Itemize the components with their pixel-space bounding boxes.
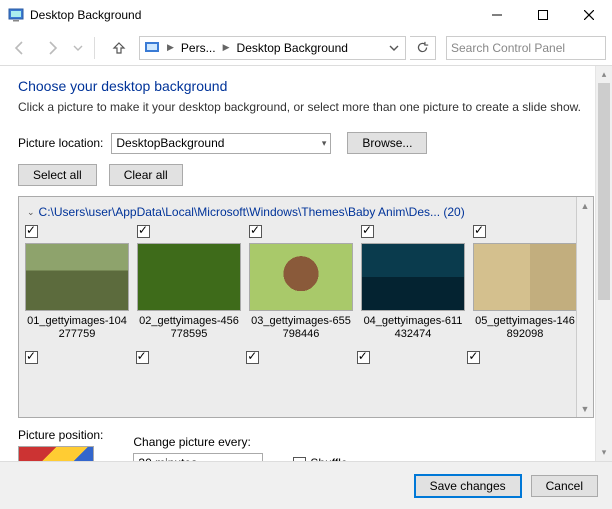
wallpaper-item[interactable]: 01_gettyimages-104277759 — [25, 225, 129, 341]
control-panel-icon — [144, 40, 160, 56]
wallpaper-thumbnail[interactable] — [361, 243, 465, 311]
page-subtext: Click a picture to make it your desktop … — [18, 100, 594, 114]
wallpaper-label: 05_gettyimages-146892098 — [473, 315, 576, 341]
save-changes-button[interactable]: Save changes — [415, 475, 521, 497]
nav-toolbar: ▶ Pers... ▶ Desktop Background Search Co… — [0, 30, 612, 66]
scroll-down-icon[interactable]: ▼ — [577, 400, 594, 417]
picture-position-preview — [18, 446, 94, 461]
wallpaper-item[interactable]: 02_gettyimages-456778595 — [137, 225, 241, 341]
wallpaper-item[interactable]: 04_gettyimages-611432474 — [361, 225, 465, 341]
picture-location-dropdown[interactable]: DesktopBackground ▾ — [111, 133, 331, 154]
minimize-button[interactable] — [474, 0, 520, 30]
wallpaper-thumbnail[interactable] — [249, 243, 353, 311]
cancel-button[interactable]: Cancel — [531, 475, 598, 497]
scroll-up-icon[interactable]: ▴ — [596, 66, 612, 83]
wallpaper-checkbox[interactable] — [467, 351, 480, 364]
chevron-right-icon: ▶ — [220, 42, 233, 53]
separator — [94, 37, 95, 59]
address-bar[interactable]: ▶ Pers... ▶ Desktop Background — [139, 36, 406, 60]
address-dropdown-icon[interactable] — [385, 43, 403, 53]
window-controls — [474, 0, 612, 30]
change-picture-every-label: Change picture every: — [133, 435, 263, 449]
picture-location-value: DesktopBackground — [116, 136, 315, 150]
scroll-up-icon[interactable]: ▲ — [577, 197, 594, 214]
folder-path: C:\Users\user\AppData\Local\Microsoft\Wi… — [39, 205, 440, 219]
chevron-down-icon: ▾ — [316, 138, 327, 149]
wallpaper-label: 03_gettyimages-655798446 — [249, 315, 353, 341]
content-area: Choose your desktop background Click a p… — [0, 66, 612, 461]
wallpaper-checkbox[interactable] — [136, 351, 149, 364]
wallpaper-item[interactable]: 05_gettyimages-146892098 — [473, 225, 576, 341]
breadcrumb-desktop-background[interactable]: Desktop Background — [235, 41, 350, 55]
wallpaper-checkbox[interactable] — [361, 225, 374, 238]
wallpaper-gallery: ⌄ C:\Users\user\AppData\Local\Microsoft\… — [18, 196, 594, 418]
wallpaper-thumbnail[interactable] — [137, 243, 241, 311]
up-button[interactable] — [107, 36, 131, 60]
window-title: Desktop Background — [30, 8, 474, 22]
folder-group-header[interactable]: ⌄ C:\Users\user\AppData\Local\Microsoft\… — [25, 201, 570, 223]
app-icon — [8, 7, 24, 23]
expand-icon: ⌄ — [27, 207, 35, 218]
wallpaper-checkbox[interactable] — [473, 225, 486, 238]
dialog-footer: Save changes Cancel — [0, 461, 612, 509]
scroll-down-icon[interactable]: ▾ — [596, 444, 612, 461]
wallpaper-thumbnail[interactable] — [473, 243, 576, 311]
wallpaper-label: 04_gettyimages-611432474 — [361, 315, 465, 341]
picture-position-label: Picture position: — [18, 428, 103, 442]
wallpaper-thumbnail[interactable] — [25, 243, 129, 311]
wallpaper-checkbox[interactable] — [137, 225, 150, 238]
picture-location-label: Picture location: — [18, 136, 103, 150]
maximize-button[interactable] — [520, 0, 566, 30]
close-button[interactable] — [566, 0, 612, 30]
wallpaper-checkbox[interactable] — [25, 225, 38, 238]
recent-dropdown[interactable] — [70, 34, 86, 62]
wallpaper-checkbox[interactable] — [249, 225, 262, 238]
breadcrumb-personalization[interactable]: Pers... — [179, 41, 218, 55]
search-placeholder: Search Control Panel — [451, 41, 565, 55]
clear-all-button[interactable]: Clear all — [109, 164, 183, 186]
titlebar: Desktop Background — [0, 0, 612, 30]
wallpaper-checkbox[interactable] — [25, 351, 38, 364]
select-all-button[interactable]: Select all — [18, 164, 97, 186]
chevron-right-icon: ▶ — [164, 42, 177, 53]
scrollbar-thumb[interactable] — [598, 83, 610, 300]
wallpaper-checkbox[interactable] — [357, 351, 370, 364]
folder-count: (20) — [443, 205, 464, 219]
change-picture-every-dropdown[interactable]: 30 minutes ▾ — [133, 453, 263, 462]
page-heading: Choose your desktop background — [18, 78, 594, 94]
wallpaper-label: 01_gettyimages-104277759 — [25, 315, 129, 341]
wallpaper-label: 02_gettyimages-456778595 — [137, 315, 241, 341]
gallery-scrollbar[interactable]: ▲ ▼ — [576, 197, 593, 417]
wallpaper-checkbox[interactable] — [246, 351, 259, 364]
refresh-button[interactable] — [410, 36, 436, 60]
forward-button[interactable] — [38, 34, 66, 62]
search-input[interactable]: Search Control Panel — [446, 36, 606, 60]
back-button[interactable] — [6, 34, 34, 62]
browse-button[interactable]: Browse... — [347, 132, 427, 154]
page-scrollbar[interactable]: ▴ ▾ — [595, 66, 612, 461]
wallpaper-item[interactable]: 03_gettyimages-655798446 — [249, 225, 353, 341]
